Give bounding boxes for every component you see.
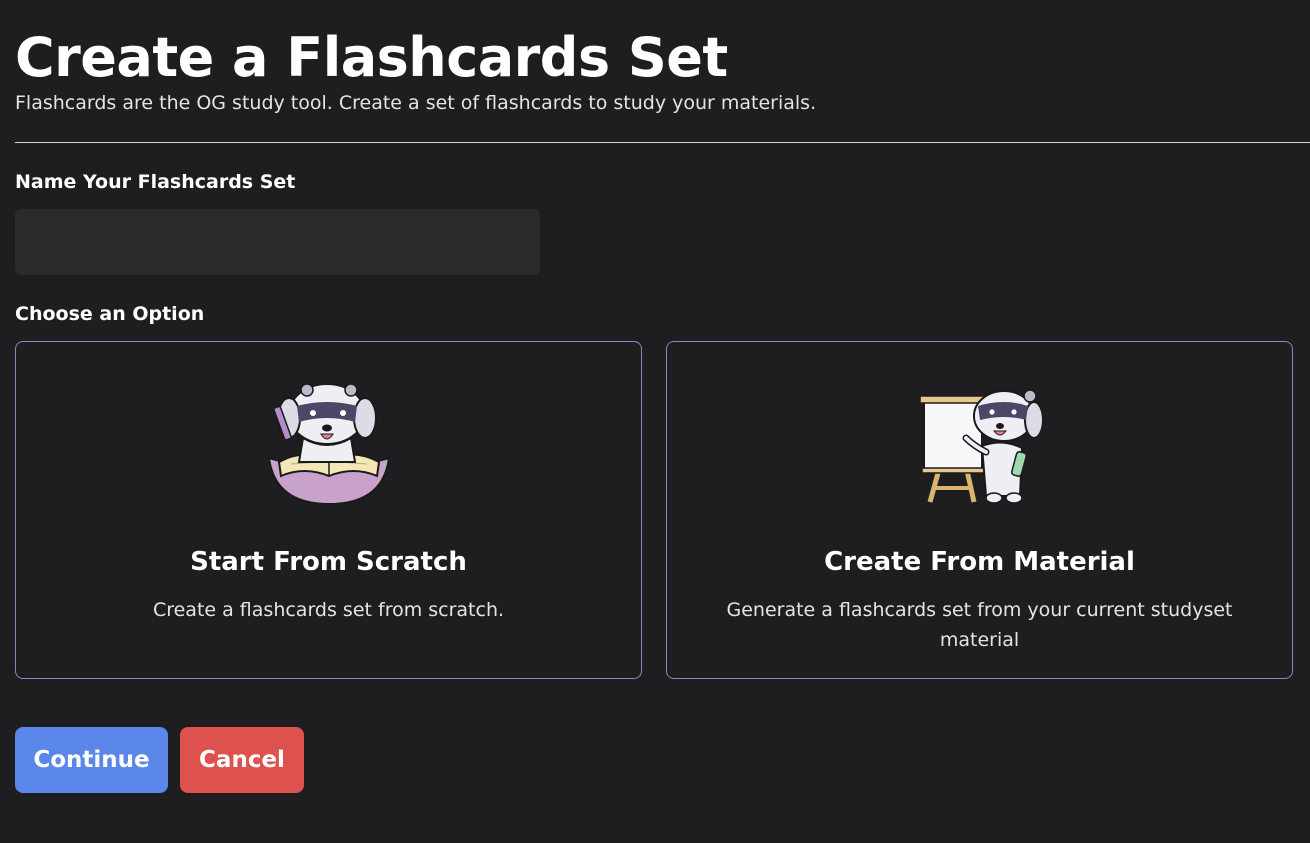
name-field-label: Name Your Flashcards Set xyxy=(15,171,296,193)
option-title: Create From Material xyxy=(824,547,1135,577)
option-description: Create a flashcards set from scratch. xyxy=(152,599,505,621)
page-title: Create a Flashcards Set xyxy=(15,26,728,89)
continue-button[interactable]: Continue xyxy=(15,727,168,793)
flashcards-set-name-input[interactable] xyxy=(15,209,540,275)
page-subtitle: Flashcards are the OG study tool. Create… xyxy=(15,92,817,114)
option-description: Generate a flashcards set from your curr… xyxy=(726,599,1233,651)
cancel-button[interactable]: Cancel xyxy=(180,727,304,793)
choose-option-label: Choose an Option xyxy=(15,303,205,325)
mascot-writing-book-icon xyxy=(259,376,399,508)
option-title: Start From Scratch xyxy=(190,547,467,577)
mascot-presenting-whiteboard-icon xyxy=(910,376,1050,508)
header-divider xyxy=(15,142,1310,143)
option-card-start-from-scratch[interactable]: Start From Scratch Create a flashcards s… xyxy=(15,341,642,679)
option-card-create-from-material[interactable]: Create From Material Generate a flashcar… xyxy=(666,341,1293,679)
